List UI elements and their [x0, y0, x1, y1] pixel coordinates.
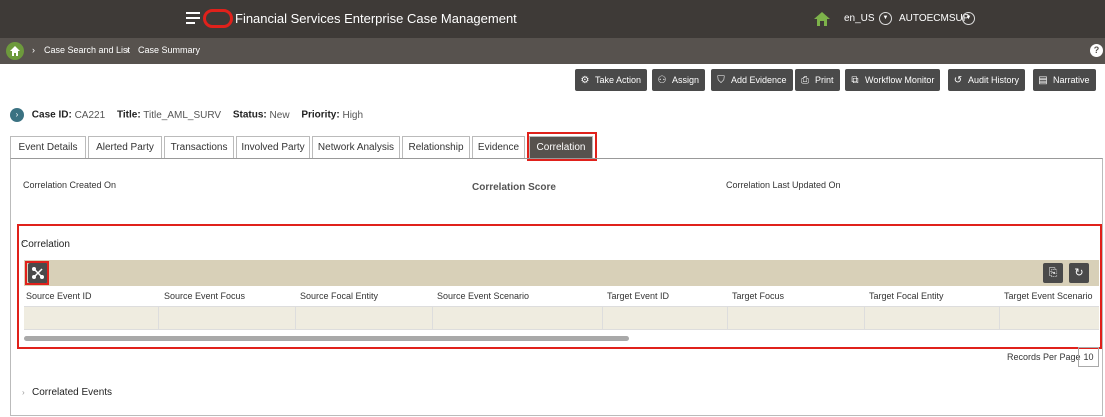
tab-event-details[interactable]: Event Details: [10, 136, 86, 159]
hamburger-menu-icon[interactable]: [186, 12, 200, 24]
print-button[interactable]: ⎙ Print: [795, 69, 840, 91]
table-row: [24, 306, 1099, 330]
column-header[interactable]: Source Focal Entity: [300, 291, 378, 301]
case-priority-value: High: [342, 109, 364, 121]
take-action-icon: ⚙: [580, 75, 590, 86]
refresh-icon: ↻: [1074, 267, 1084, 279]
column-header[interactable]: Target Focus: [732, 291, 784, 301]
column-header[interactable]: Target Focal Entity: [869, 291, 944, 301]
breadcrumb: › Case Search and List › Case Summary ?: [0, 38, 1105, 64]
app-header: Financial Services Enterprise Case Manag…: [0, 0, 1105, 38]
grid-toolbar: ⎘ ↻: [24, 260, 1099, 286]
column-header[interactable]: Source Event Focus: [164, 291, 245, 301]
chevron-right-icon: ›: [32, 45, 35, 55]
chevron-right-icon: ›: [126, 45, 129, 55]
breadcrumb-case-search[interactable]: Case Search and List: [44, 45, 130, 55]
column-header[interactable]: Source Event Scenario: [437, 291, 529, 301]
case-title-label: Title:: [116, 109, 141, 121]
workflow-monitor-button[interactable]: ⧉ Workflow Monitor: [845, 69, 941, 91]
assign-icon: ⚇: [657, 75, 667, 86]
user-dropdown-icon[interactable]: ▼: [962, 12, 975, 25]
column-header[interactable]: Target Event Scenario: [1004, 291, 1093, 301]
tab-transactions[interactable]: Transactions: [164, 136, 234, 159]
narrative-icon: ▤: [1038, 75, 1048, 86]
table-cell: [24, 307, 159, 329]
evidence-icon: ⛉: [717, 75, 725, 86]
tab-network-analysis[interactable]: Network Analysis: [312, 136, 400, 159]
correlation-section-title[interactable]: Correlation: [21, 239, 70, 250]
export-button[interactable]: ⎘: [1043, 263, 1063, 283]
app-title: Financial Services Enterprise Case Manag…: [235, 11, 517, 26]
correlation-created-on-label: Correlation Created On: [23, 180, 117, 190]
expand-chevron-icon[interactable]: ›: [10, 108, 24, 122]
table-cell: [603, 307, 728, 329]
history-icon: ↺: [953, 75, 963, 86]
audit-history-button[interactable]: ↺ Audit History: [948, 69, 1026, 91]
help-icon[interactable]: ?: [1090, 44, 1103, 57]
correlation-score-label: Correlation Score: [472, 182, 556, 193]
table-cell: [728, 307, 865, 329]
table-cell: [159, 307, 296, 329]
network-button-highlight: [25, 261, 49, 285]
tab-relationship[interactable]: Relationship: [402, 136, 470, 159]
case-status-value: New: [269, 109, 290, 121]
home-icon[interactable]: [814, 12, 830, 26]
column-header[interactable]: Target Event ID: [607, 291, 669, 301]
print-icon: ⎙: [801, 75, 809, 86]
correlation-last-updated-label: Correlation Last Updated On: [726, 180, 841, 190]
breadcrumb-home-icon[interactable]: [6, 42, 24, 60]
take-action-button[interactable]: ⚙ Take Action: [575, 69, 648, 91]
add-evidence-button[interactable]: ⛉ Add Evidence: [711, 69, 793, 91]
locale-selector[interactable]: en_US: [844, 13, 875, 24]
chevron-right-icon[interactable]: ›: [22, 388, 25, 397]
records-per-page-input[interactable]: 10: [1078, 347, 1099, 367]
correlation-table-header: Source Event ID Source Event Focus Sourc…: [24, 286, 1099, 306]
workflow-icon: ⧉: [851, 75, 859, 86]
horizontal-scrollbar[interactable]: [24, 336, 629, 341]
records-per-page-label: Records Per Page: [1007, 352, 1081, 362]
case-id-value: CA221: [74, 109, 106, 121]
oracle-logo-icon: [203, 9, 233, 28]
tab-highlight-box: [527, 132, 597, 161]
correlated-events-title[interactable]: Correlated Events: [32, 387, 112, 398]
locale-dropdown-icon[interactable]: ▼: [879, 12, 892, 25]
assign-button[interactable]: ⚇ Assign: [652, 69, 706, 91]
breadcrumb-case-summary[interactable]: Case Summary: [138, 45, 200, 55]
user-menu[interactable]: AUTOECMSUP: [899, 13, 969, 24]
table-cell: [865, 307, 1000, 329]
case-status-label: Status:: [232, 109, 267, 121]
case-title-value: Title_AML_SURV: [143, 109, 222, 121]
case-id-label: Case ID:: [31, 109, 72, 121]
table-cell: [296, 307, 433, 329]
case-priority-label: Priority:: [301, 109, 340, 121]
tab-involved-party[interactable]: Involved Party: [236, 136, 310, 159]
table-cell: [433, 307, 603, 329]
tab-alerted-party[interactable]: Alerted Party: [88, 136, 162, 159]
case-info-bar: › Case ID: CA221 Title: Title_AML_SURV S…: [10, 108, 372, 122]
column-header[interactable]: Source Event ID: [26, 291, 92, 301]
narrative-button[interactable]: ▤ Narrative: [1033, 69, 1096, 91]
tab-evidence[interactable]: Evidence: [472, 136, 525, 159]
refresh-button[interactable]: ↻: [1069, 263, 1089, 283]
export-icon: ⎘: [1048, 267, 1058, 279]
